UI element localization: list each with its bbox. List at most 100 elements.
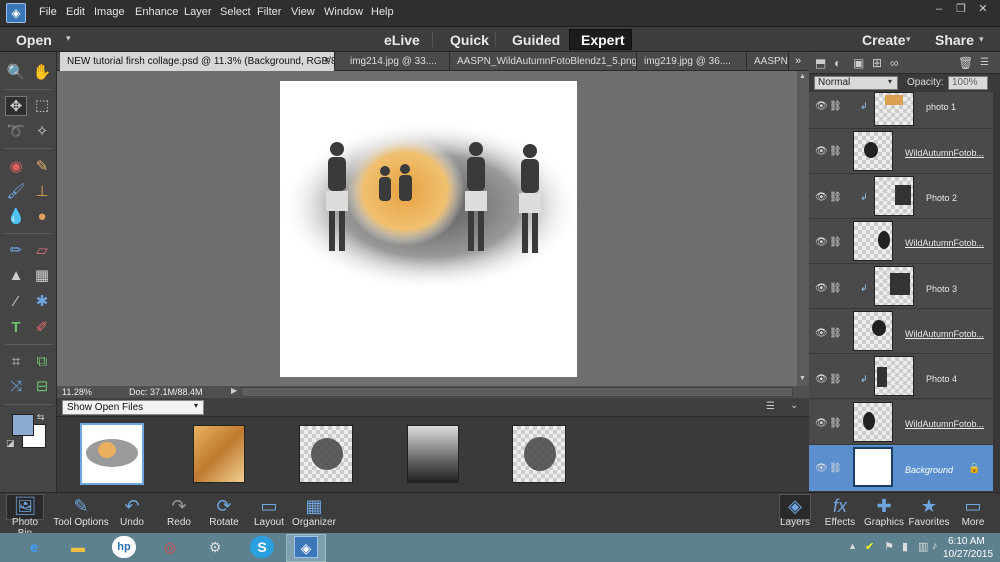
- scroll-up-icon[interactable]: ▲: [799, 73, 806, 80]
- link-icon[interactable]: ⛓: [829, 101, 842, 112]
- tab-document[interactable]: img214.jpg @ 33....: [343, 52, 450, 71]
- visibility-eye-icon[interactable]: 👁: [815, 418, 828, 429]
- visibility-eye-icon[interactable]: 👁: [815, 101, 828, 112]
- tab-active-document[interactable]: NEW tutorial firsh collage.psd @ 11.3% (…: [60, 52, 335, 71]
- link-icon[interactable]: ⛓: [829, 192, 842, 203]
- more-button[interactable]: ▭ More: [957, 495, 989, 528]
- link-icon[interactable]: ⛓: [829, 374, 842, 385]
- link-icon[interactable]: ⛓: [829, 418, 842, 429]
- tray-network-icon[interactable]: ▥: [918, 540, 928, 553]
- skype-icon[interactable]: S: [250, 536, 274, 558]
- eyedropper-tool-icon[interactable]: ⁄: [5, 292, 27, 312]
- visibility-eye-icon[interactable]: 👁: [815, 146, 828, 157]
- favorites-button[interactable]: ★ Favorites: [908, 495, 950, 528]
- open-button[interactable]: Open: [16, 32, 52, 48]
- menu-window[interactable]: Window: [324, 6, 363, 18]
- file-explorer-icon[interactable]: ▬: [66, 536, 90, 558]
- lock-transparent-icon[interactable]: ⊞: [872, 56, 882, 70]
- tabs-overflow-icon[interactable]: »: [795, 55, 801, 67]
- open-chevron-icon[interactable]: ▾: [66, 33, 71, 44]
- bin-thumbnail[interactable]: [512, 425, 566, 483]
- restore-icon[interactable]: ❐: [952, 2, 970, 16]
- spot-healing-tool-icon[interactable]: ✎: [31, 157, 53, 177]
- sponge-tool-icon[interactable]: ●: [31, 207, 53, 227]
- blur-tool-icon[interactable]: 💧: [5, 207, 27, 227]
- custom-shape-tool-icon[interactable]: ✱: [31, 292, 53, 312]
- menu-edit[interactable]: Edit: [66, 6, 85, 18]
- layers-button[interactable]: ◈ Layers: [777, 495, 813, 528]
- link-layers-icon[interactable]: ∞: [890, 56, 899, 70]
- blend-mode-select[interactable]: Normal: [814, 76, 898, 90]
- recompose-tool-icon[interactable]: ⧉: [31, 352, 53, 372]
- minimize-icon[interactable]: –: [930, 2, 948, 16]
- link-icon[interactable]: ⛓: [829, 328, 842, 339]
- visibility-eye-icon[interactable]: 👁: [815, 192, 828, 203]
- scroll-down-icon[interactable]: ▼: [799, 375, 806, 382]
- menu-layer[interactable]: Layer: [184, 6, 212, 18]
- hand-tool-icon[interactable]: ✋: [31, 63, 53, 83]
- delete-layer-icon[interactable]: 🗑: [958, 56, 973, 70]
- straighten-tool-icon[interactable]: ⊟: [31, 377, 53, 397]
- new-layer-icon[interactable]: ⬒: [815, 56, 826, 70]
- tab-document[interactable]: img219.jpg @ 36....: [637, 52, 747, 71]
- dropdown-chevron-icon[interactable]: ▾: [194, 401, 198, 410]
- mode-elive[interactable]: eLive: [384, 32, 420, 48]
- type-tool-icon[interactable]: T: [5, 318, 27, 338]
- menu-enhance[interactable]: Enhance: [135, 6, 178, 18]
- bin-thumbnail[interactable]: [407, 425, 459, 483]
- internet-explorer-icon[interactable]: e: [22, 536, 46, 558]
- menu-file[interactable]: File: [39, 6, 57, 18]
- tab-document[interactable]: AASPN_WildAutumnFotoBlendz1_5.png: [450, 52, 637, 71]
- panel-menu-icon[interactable]: ☰: [980, 57, 989, 68]
- move-tool-icon[interactable]: ✥: [5, 96, 27, 116]
- new-fill-layer-icon[interactable]: ◐: [834, 56, 841, 70]
- layer-mask-icon[interactable]: ▣: [853, 56, 864, 70]
- redo-button[interactable]: ↷ Redo: [163, 495, 195, 528]
- layout-button[interactable]: ▭ Layout: [252, 495, 286, 528]
- tray-norton-icon[interactable]: ✔: [865, 540, 874, 553]
- tray-battery-icon[interactable]: ▮: [902, 540, 908, 553]
- menu-image[interactable]: Image: [94, 6, 125, 18]
- undo-button[interactable]: ↶ Undo: [116, 495, 148, 528]
- link-icon[interactable]: ⛓: [829, 283, 842, 294]
- mode-expert[interactable]: Expert: [581, 32, 625, 48]
- bin-menu-icon[interactable]: ☰: [766, 401, 775, 412]
- marquee-tool-icon[interactable]: ⬚: [31, 96, 53, 116]
- quick-selection-tool-icon[interactable]: ✧: [31, 122, 53, 142]
- content-aware-move-tool-icon[interactable]: ⤨: [5, 377, 27, 397]
- menu-view[interactable]: View: [291, 6, 315, 18]
- document-canvas[interactable]: [280, 81, 580, 377]
- menu-select[interactable]: Select: [220, 6, 251, 18]
- canvas-horizontal-scrollbar[interactable]: [241, 387, 793, 397]
- bin-collapse-icon[interactable]: ⌄: [790, 400, 798, 411]
- layers-scrollbar[interactable]: [993, 92, 1000, 492]
- tab-close-icon[interactable]: ×: [324, 55, 330, 66]
- gradient-tool-icon[interactable]: ▦: [31, 266, 53, 286]
- tab-document[interactable]: AASPN: [747, 52, 789, 71]
- visibility-eye-icon[interactable]: 👁: [815, 237, 828, 248]
- show-open-files-dropdown[interactable]: Show Open Files: [62, 400, 204, 415]
- tray-flag-icon[interactable]: ⚑: [884, 540, 894, 553]
- effects-button[interactable]: fx Effects: [822, 495, 858, 528]
- photoshop-elements-icon[interactable]: ◈: [294, 536, 318, 558]
- menu-help[interactable]: Help: [371, 6, 394, 18]
- lasso-tool-icon[interactable]: ➰: [5, 122, 27, 142]
- eraser-tool-icon[interactable]: ▱: [31, 241, 53, 261]
- red-eye-tool-icon[interactable]: ◉: [5, 157, 27, 177]
- brush-tool-icon[interactable]: ✏: [5, 241, 27, 261]
- visibility-eye-icon[interactable]: 👁: [815, 374, 828, 385]
- organizer-button[interactable]: ▦ Organizer: [292, 495, 336, 528]
- tray-arrow-icon[interactable]: ▲: [848, 541, 857, 551]
- smart-brush-tool-icon[interactable]: 🖌: [5, 182, 27, 202]
- canvas-vertical-scrollbar[interactable]: [797, 71, 809, 386]
- mode-quick[interactable]: Quick: [450, 32, 489, 48]
- mode-guided[interactable]: Guided: [512, 32, 560, 48]
- graphics-button[interactable]: ✚ Graphics: [864, 495, 904, 528]
- link-icon[interactable]: ⛓: [829, 463, 842, 474]
- chrome-icon[interactable]: ◎: [158, 536, 182, 558]
- menu-filter[interactable]: Filter: [257, 6, 281, 18]
- create-button[interactable]: Create: [862, 32, 906, 48]
- link-icon[interactable]: ⛓: [829, 146, 842, 157]
- tool-options-button[interactable]: ✎ Tool Options: [52, 495, 110, 528]
- tray-volume-icon[interactable]: ♪: [932, 540, 938, 552]
